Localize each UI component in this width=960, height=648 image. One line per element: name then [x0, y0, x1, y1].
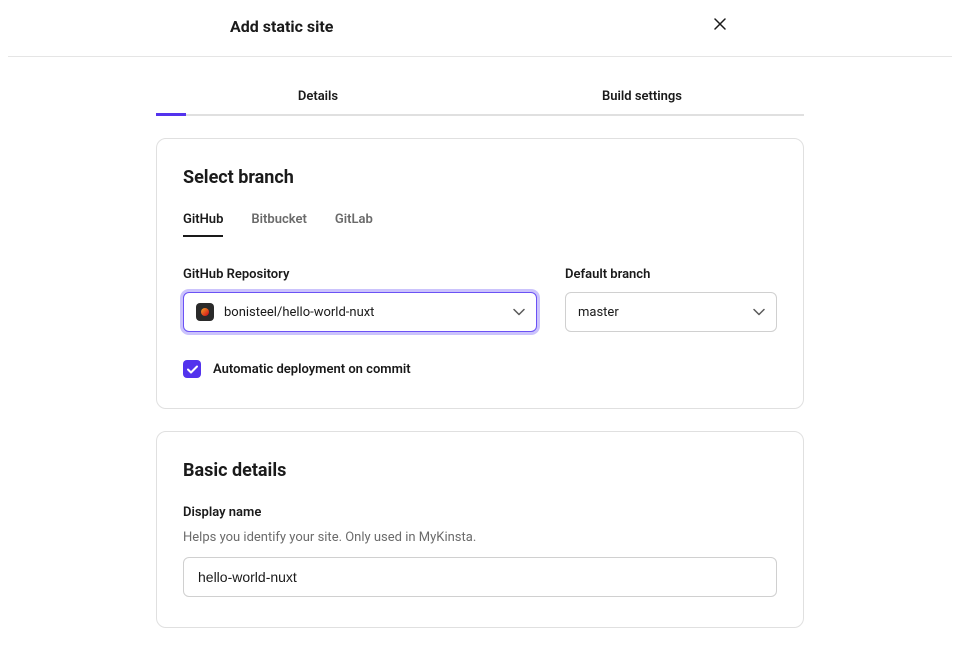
- display-name-help: Helps you identify your site. Only used …: [183, 530, 777, 545]
- basic-details-title: Basic details: [183, 460, 777, 481]
- tab-details[interactable]: Details: [156, 81, 480, 114]
- tab-active-indicator: [156, 113, 186, 116]
- auto-deploy-row: Automatic deployment on commit: [183, 360, 777, 378]
- display-name-field: Display name Helps you identify your sit…: [183, 505, 777, 597]
- branch-field: Default branch master: [565, 267, 777, 332]
- step-tabs: Details Build settings: [156, 81, 804, 116]
- modal-header: Add static site: [8, 0, 952, 57]
- repo-label: GitHub Repository: [183, 267, 537, 282]
- git-provider-tabs: GitHub Bitbucket GitLab: [183, 212, 777, 237]
- modal-title: Add static site: [230, 17, 333, 36]
- branch-select-value: master: [578, 305, 619, 320]
- repo-select[interactable]: bonisteel/hello-world-nuxt: [183, 292, 537, 332]
- display-name-input[interactable]: [183, 557, 777, 597]
- repo-field: GitHub Repository bonisteel/hello-world-…: [183, 267, 537, 332]
- branch-select[interactable]: master: [565, 292, 777, 332]
- auto-deploy-checkbox[interactable]: [183, 360, 201, 378]
- tab-build-settings[interactable]: Build settings: [480, 81, 804, 114]
- select-branch-title: Select branch: [183, 167, 777, 188]
- select-branch-card: Select branch GitHub Bitbucket GitLab Gi…: [156, 138, 804, 409]
- close-button[interactable]: [710, 14, 730, 38]
- provider-tab-bitbucket[interactable]: Bitbucket: [251, 212, 306, 237]
- branch-label: Default branch: [565, 267, 777, 282]
- checkmark-icon: [187, 365, 198, 374]
- auto-deploy-label: Automatic deployment on commit: [213, 362, 411, 377]
- basic-details-card: Basic details Display name Helps you ide…: [156, 431, 804, 628]
- repo-owner-avatar: [196, 303, 214, 321]
- display-name-label: Display name: [183, 505, 777, 520]
- repo-select-value: bonisteel/hello-world-nuxt: [224, 305, 374, 320]
- provider-tab-github[interactable]: GitHub: [183, 212, 223, 237]
- provider-tab-gitlab[interactable]: GitLab: [335, 212, 373, 237]
- modal-content: Details Build settings Select branch Git…: [156, 81, 804, 648]
- close-icon: [714, 17, 726, 34]
